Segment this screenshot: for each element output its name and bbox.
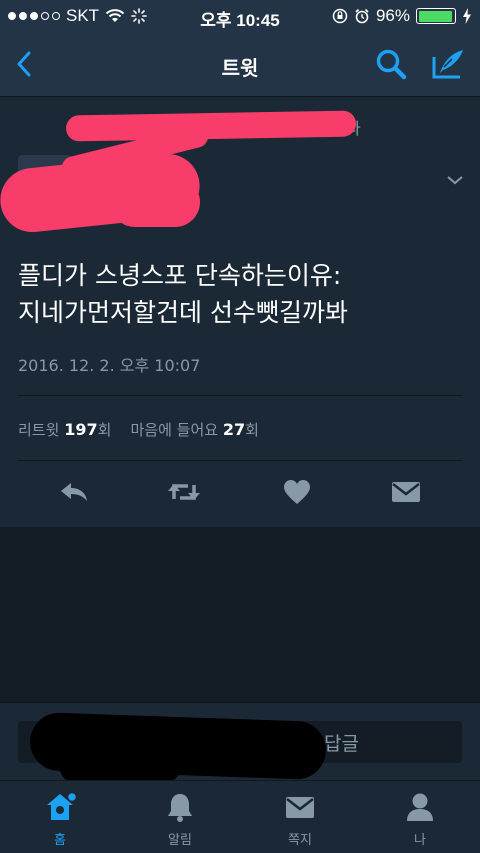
redaction-mark (65, 110, 357, 142)
divider (18, 395, 462, 396)
charging-bolt-icon (463, 8, 471, 24)
reply-button[interactable] (56, 477, 92, 507)
redaction-mark (60, 753, 180, 783)
chevron-down-icon (447, 176, 463, 185)
reply-bar: 답글 (0, 702, 480, 783)
tweet-text-line: 플디가 스녕스포 단속하는이유: (18, 261, 342, 290)
compose-icon (432, 50, 463, 79)
search-icon (376, 49, 407, 80)
reply-icon (61, 483, 87, 501)
tweet-text-line: 지네가먼저할건데 선수뺏길까봐 (18, 298, 348, 327)
retweet-button[interactable] (164, 477, 204, 507)
heart-icon (284, 480, 310, 504)
status-bar: SKT 오후 10:45 96% (0, 0, 480, 32)
tweet-options-button[interactable] (440, 167, 470, 193)
tweet-detail: 다 플디가 스녕스포 단속하는이유: 지네가먼저할건데 선수뺏길까봐 2016.… (0, 97, 480, 527)
rotation-lock-icon (332, 8, 348, 24)
tab-bar: 홈 알림 쪽지 나 (0, 780, 480, 853)
tweet-author-header: 다 (0, 97, 480, 237)
alarm-icon (355, 8, 369, 24)
direct-message-button[interactable] (388, 477, 424, 507)
like-button[interactable] (280, 477, 314, 507)
navigation-bar: 트윗 (0, 32, 480, 97)
tab-home[interactable]: 홈 (0, 781, 120, 853)
retweet-label: 리트윗 (18, 421, 60, 439)
redaction-mark (110, 177, 200, 227)
battery-percent: 96% (375, 6, 410, 25)
tweet-stats: 리트윗 197회 마음에 들어요 27회 (18, 419, 259, 440)
tab-label: 홈 (54, 833, 66, 848)
mail-icon (286, 797, 314, 818)
like-suffix: 회 (245, 421, 259, 439)
tab-label: 알림 (168, 833, 192, 848)
tab-label: 쪽지 (288, 833, 312, 848)
tab-notifications[interactable]: 알림 (120, 781, 240, 853)
tweet-actions (0, 467, 480, 517)
like-count: 27 (222, 420, 246, 439)
retweet-count: 197 (64, 420, 98, 439)
profile-icon (407, 793, 433, 821)
like-stat[interactable]: 마음에 들어요 27회 (130, 420, 259, 439)
reply-placeholder: 답글 (324, 733, 359, 755)
home-icon (47, 791, 76, 820)
tab-label: 나 (414, 833, 426, 848)
empty-space (0, 527, 480, 702)
like-label: 마음에 들어요 (130, 421, 219, 439)
bell-icon (168, 794, 192, 822)
mail-icon (392, 482, 420, 502)
tweet-text: 플디가 스녕스포 단속하는이유: 지네가먼저할건데 선수뺏길까봐 (18, 257, 462, 331)
retweet-icon (168, 484, 200, 500)
retweet-stat[interactable]: 리트윗 197회 (18, 420, 116, 439)
search-button[interactable] (372, 46, 410, 82)
compose-button[interactable] (428, 46, 468, 82)
tab-profile[interactable]: 나 (360, 781, 480, 853)
divider (18, 460, 462, 461)
battery-icon (416, 8, 456, 24)
tab-messages[interactable]: 쪽지 (240, 781, 360, 853)
tweet-timestamp: 2016. 12. 2. 오후 10:07 (18, 356, 201, 375)
retweet-suffix: 회 (97, 421, 112, 439)
